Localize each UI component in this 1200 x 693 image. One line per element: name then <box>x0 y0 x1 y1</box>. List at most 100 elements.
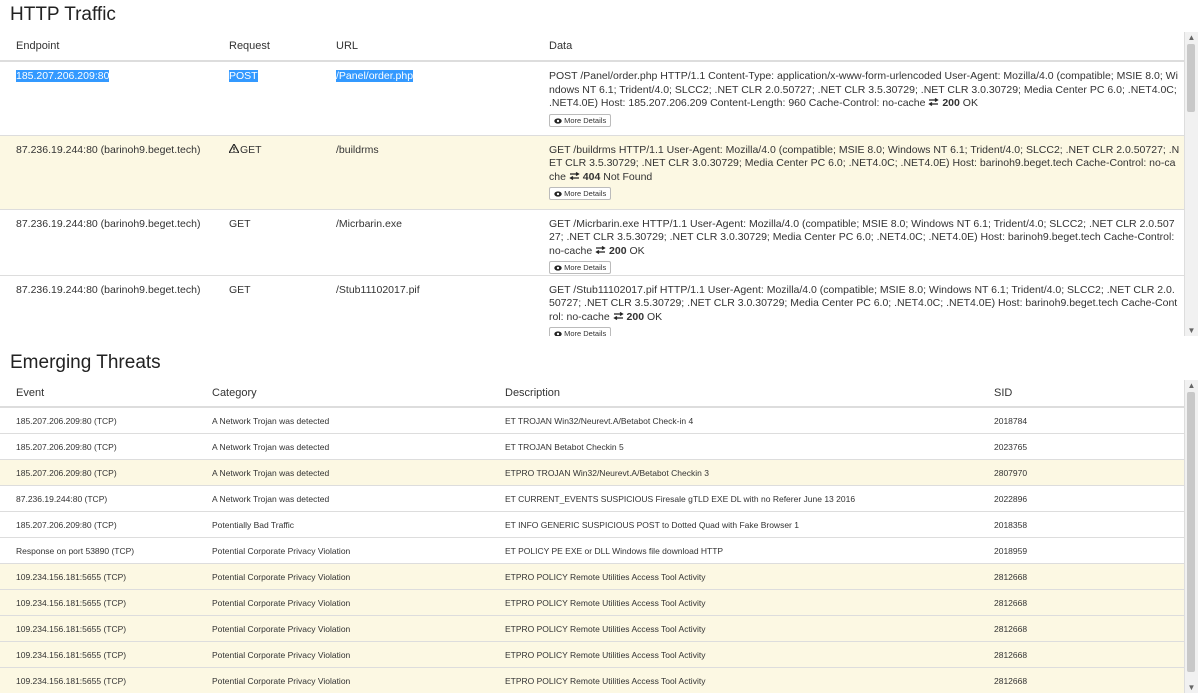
http-scrollbar[interactable]: ▲ ▼ <box>1184 32 1198 336</box>
scroll-up-arrow-icon[interactable]: ▲ <box>1185 380 1198 391</box>
endpoint-text[interactable]: 87.236.19.244:80 (barinoh9.beget.tech) <box>16 144 200 156</box>
event-cell: 109.234.156.181:5655 (TCP) <box>0 667 196 693</box>
more-details-button[interactable]: More Details <box>549 113 612 127</box>
http-traffic-title: HTTP Traffic <box>10 4 116 25</box>
event-cell: 109.234.156.181:5655 (TCP) <box>0 615 196 642</box>
description-cell: ET TROJAN Betabot Checkin 5 <box>489 433 978 460</box>
category-cell: Potential Corporate Privacy Violation <box>196 615 489 642</box>
event-cell: 185.207.206.209:80 (TCP) <box>0 433 196 460</box>
et-header-row: Event Category Description SID <box>0 380 1186 408</box>
description-cell: ET INFO GENERIC SUSPICIOUS POST to Dotte… <box>489 511 978 538</box>
more-details-button[interactable]: More Details <box>549 187 612 200</box>
category-cell: A Network Trojan was detected <box>196 406 489 434</box>
request-cell: GET <box>213 274 320 336</box>
sid-cell: 2022896 <box>978 485 1186 512</box>
status-text: Not Found <box>603 170 653 183</box>
data-cell: GET /Stub11102017.pif HTTP/1.1 User-Agen… <box>533 274 1186 336</box>
sid-cell: 2023765 <box>978 433 1186 460</box>
http-row[interactable]: 87.236.19.244:80 (barinoh9.beget.tech) GE… <box>0 134 1186 209</box>
scroll-thumb[interactable] <box>1187 44 1195 112</box>
exchange-icon <box>612 311 624 323</box>
et-row[interactable]: 87.236.19.244:80 (TCP) A Network Trojan w… <box>0 485 1186 512</box>
request-method[interactable]: POST <box>229 70 258 82</box>
request-data: GET /Stub11102017.pif HTTP/1.1 User-Agen… <box>549 283 1178 323</box>
endpoint-text[interactable]: 185.207.206.209:80 <box>16 70 110 82</box>
status-text: OK <box>629 244 645 257</box>
http-row[interactable]: 185.207.206.209:80 POST/Panel/order.php PO… <box>0 60 1186 135</box>
et-row[interactable]: 109.234.156.181:5655 (TCP) Potential Corp… <box>0 615 1186 642</box>
column-header-sid[interactable]: SID <box>978 380 1186 408</box>
scroll-down-arrow-icon[interactable]: ▼ <box>1185 325 1198 336</box>
et-row[interactable]: Response on port 53890 (TCP) Potential Co… <box>0 537 1186 564</box>
http-row[interactable]: 87.236.19.244:80 (barinoh9.beget.tech) GE… <box>0 274 1186 336</box>
et-row[interactable]: 109.234.156.181:5655 (TCP) Potential Corp… <box>0 641 1186 668</box>
more-details-button[interactable]: More Details <box>549 327 612 336</box>
http-traffic-table: Endpoint Request URL Data 185.207.206.20… <box>0 32 1186 336</box>
request-method[interactable]: GET <box>229 284 251 296</box>
sid-cell: 2812668 <box>978 667 1186 693</box>
url-cell: /Stub11102017.pif <box>320 274 533 336</box>
status-text: OK <box>962 97 978 109</box>
column-header-data[interactable]: Data <box>533 32 1186 62</box>
request-method[interactable]: GET <box>229 218 251 230</box>
column-header-event[interactable]: Event <box>0 380 196 408</box>
url-cell: /Micrbarin.exe <box>320 208 533 275</box>
description-cell: ETPRO TROJAN Win32/Neurevt.A/Betabot Che… <box>489 459 978 486</box>
endpoint-text[interactable]: 87.236.19.244:80 (barinoh9.beget.tech) <box>16 218 200 230</box>
eye-icon <box>554 263 564 272</box>
et-row[interactable]: 109.234.156.181:5655 (TCP) Potential Corp… <box>0 667 1186 693</box>
more-details-label: More Details <box>564 115 607 125</box>
url-text[interactable]: /Panel/order.php <box>336 70 414 82</box>
request-method[interactable]: GET <box>240 144 262 156</box>
http-traffic-panel[interactable]: Endpoint Request URL Data 185.207.206.20… <box>0 32 1198 336</box>
more-details-label: More Details <box>564 263 607 272</box>
column-header-request[interactable]: Request <box>213 32 320 62</box>
url-cell: /Panel/order.php <box>320 60 533 135</box>
et-row[interactable]: 185.207.206.209:80 (TCP) A Network Trojan… <box>0 406 1186 434</box>
request-data: POST /Panel/order.php HTTP/1.1 Content-T… <box>549 70 1178 109</box>
description-cell: ET CURRENT_EVENTS SUSPICIOUS Firesale gT… <box>489 485 978 512</box>
description-cell: ET POLICY PE EXE or DLL Windows file dow… <box>489 537 978 564</box>
status-code: 404 <box>582 170 601 183</box>
url-text[interactable]: /buildrms <box>336 144 379 156</box>
event-cell: 185.207.206.209:80 (TCP) <box>0 406 196 434</box>
event-cell: 185.207.206.209:80 (TCP) <box>0 459 196 486</box>
column-header-description[interactable]: Description <box>489 380 978 408</box>
exchange-icon <box>928 97 940 109</box>
sid-cell: 2018358 <box>978 511 1186 538</box>
data-cell: POST /Panel/order.php HTTP/1.1 Content-T… <box>533 60 1186 135</box>
category-cell: A Network Trojan was detected <box>196 433 489 460</box>
endpoint-cell: 185.207.206.209:80 <box>0 60 213 135</box>
status-code: 200 <box>609 244 627 257</box>
column-header-endpoint[interactable]: Endpoint <box>0 32 213 62</box>
column-header-url[interactable]: URL <box>320 32 533 62</box>
status-code: 200 <box>626 310 645 323</box>
sid-cell: 2812668 <box>978 641 1186 668</box>
et-row[interactable]: 185.207.206.209:80 (TCP) A Network Trojan… <box>0 459 1186 486</box>
scroll-down-arrow-icon[interactable]: ▼ <box>1185 682 1198 693</box>
more-details-button[interactable]: More Details <box>549 261 612 274</box>
et-row[interactable]: 185.207.206.209:80 (TCP) A Network Trojan… <box>0 433 1186 460</box>
et-row[interactable]: 109.234.156.181:5655 (TCP) Potential Corp… <box>0 563 1186 590</box>
endpoint-cell: 87.236.19.244:80 (barinoh9.beget.tech) <box>0 208 213 275</box>
endpoint-cell: 87.236.19.244:80 (barinoh9.beget.tech) <box>0 274 213 336</box>
column-header-category[interactable]: Category <box>196 380 489 408</box>
http-row[interactable]: 87.236.19.244:80 (barinoh9.beget.tech) GE… <box>0 208 1186 275</box>
sid-cell: 2018959 <box>978 537 1186 564</box>
et-row[interactable]: 109.234.156.181:5655 (TCP) Potential Corp… <box>0 589 1186 616</box>
scroll-up-arrow-icon[interactable]: ▲ <box>1185 32 1198 43</box>
et-scrollbar[interactable]: ▲ ▼ <box>1184 380 1198 693</box>
url-text[interactable]: /Micrbarin.exe <box>336 218 402 230</box>
more-details-label: More Details <box>564 329 607 336</box>
emerging-threats-panel[interactable]: Event Category Description SID 185.207.2… <box>0 380 1198 693</box>
http-header-row: Endpoint Request URL Data <box>0 32 1186 62</box>
et-row[interactable]: 185.207.206.209:80 (TCP) Potentially Bad … <box>0 511 1186 538</box>
url-text[interactable]: /Stub11102017.pif <box>336 284 420 296</box>
event-cell: 87.236.19.244:80 (TCP) <box>0 485 196 512</box>
scroll-thumb[interactable] <box>1187 392 1195 672</box>
eye-icon <box>554 189 564 198</box>
sid-cell: 2812668 <box>978 615 1186 642</box>
category-cell: A Network Trojan was detected <box>196 459 489 486</box>
endpoint-text[interactable]: 87.236.19.244:80 (barinoh9.beget.tech) <box>16 284 200 296</box>
eye-icon <box>554 116 564 125</box>
